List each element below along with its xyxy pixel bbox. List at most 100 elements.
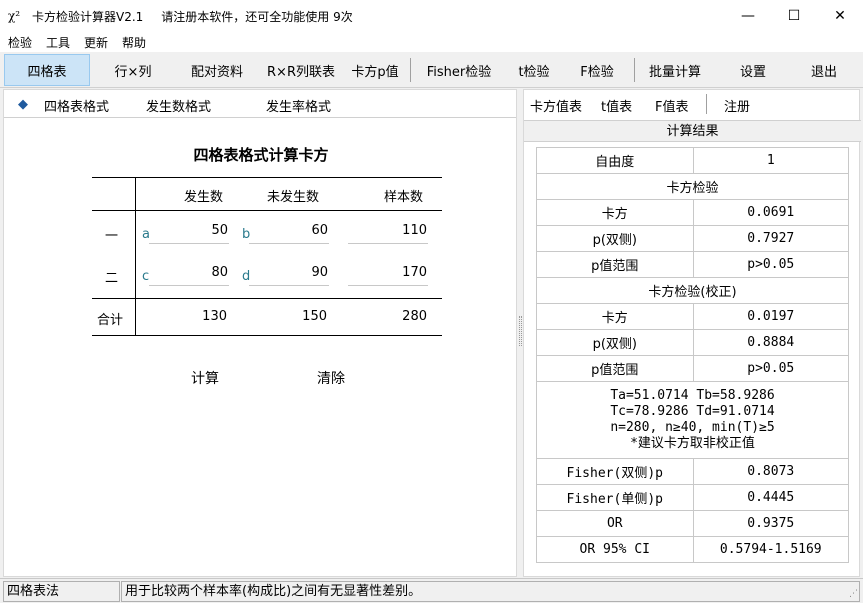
- table-row: p值范围 p>0.05: [536, 251, 850, 278]
- section-chi-square: 卡方检验: [536, 173, 849, 200]
- input-a[interactable]: 50: [148, 223, 228, 238]
- table-row: p(双侧) 0.7927: [536, 225, 850, 252]
- p-range-corrected-value: p>0.05: [692, 355, 850, 382]
- p-range-label: p值范围: [536, 251, 694, 278]
- table-row: OR 95% CI 0.5794-1.5169: [536, 536, 850, 563]
- table-rule: [92, 335, 442, 336]
- tab-chi-square-table[interactable]: 卡方值表: [530, 96, 582, 115]
- table-rule: [92, 210, 442, 211]
- table-row: 卡方检验: [536, 173, 849, 200]
- input-underline: [249, 285, 329, 286]
- input-d[interactable]: 90: [248, 265, 328, 280]
- clear-button[interactable]: 清除: [317, 368, 345, 388]
- table-row: OR 0.9375: [536, 510, 850, 537]
- note-line: *建议卡方取非校正值: [630, 436, 755, 451]
- chi-square-corrected-value: 0.0197: [692, 303, 850, 330]
- total-row-label: 合计: [97, 313, 124, 328]
- odds-ratio-value: 0.9375: [692, 510, 850, 537]
- chi-square-corrected-label: 卡方: [536, 303, 694, 330]
- total-row-2: 170: [402, 265, 427, 280]
- toolbar-t-test[interactable]: t检验: [506, 54, 562, 86]
- header-non-occurrence: 未发生数: [267, 190, 320, 205]
- df-value: 1: [692, 147, 850, 174]
- note-line: Ta=51.0714 Tb=58.9286: [610, 388, 775, 403]
- table-row: 自由度 1: [536, 147, 850, 174]
- table-rule: [92, 298, 442, 299]
- table-row: Fisher(单侧)p 0.4445: [536, 484, 850, 511]
- input-b[interactable]: 60: [248, 223, 328, 238]
- header-sample-size: 样本数: [384, 190, 424, 205]
- tab-occurrence-format[interactable]: 发生数格式: [146, 96, 211, 115]
- results-panel: 卡方值表 t值表 F值表 注册 计算结果 自由度 1 卡方检验 卡方 0.069…: [523, 89, 861, 577]
- p-range-corrected-label: p值范围: [536, 355, 694, 382]
- menu-help[interactable]: 帮助: [114, 34, 152, 51]
- status-method: 四格表法: [3, 581, 120, 602]
- total-sample-size: 280: [402, 309, 427, 324]
- diamond-icon: ◆: [18, 97, 28, 112]
- toolbar-chi-p-value[interactable]: 卡方p值: [344, 54, 406, 86]
- resize-grip-icon[interactable]: ⋰: [849, 589, 861, 601]
- p-range-value: p>0.05: [692, 251, 850, 278]
- table-row: p值范围 p>0.05: [536, 355, 850, 382]
- p-corrected-value: 0.8884: [692, 329, 850, 356]
- row-label-1: 一: [105, 229, 119, 244]
- total-row-1: 110: [402, 223, 427, 238]
- input-c[interactable]: 80: [148, 265, 228, 280]
- tab-fourfold-format[interactable]: 四格表格式: [44, 96, 109, 115]
- registration-message: 请注册本软件，还可全功能使用 9次: [161, 9, 353, 24]
- table-row: 卡方 0.0197: [536, 303, 850, 330]
- p-two-sided-value: 0.7927: [692, 225, 850, 252]
- toolbar: 四格表 行×列 配对资料 R×R列联表 卡方p值 Fisher检验 t检验 F检…: [0, 52, 863, 88]
- menu-bar: 检验 工具 更新 帮助: [0, 32, 863, 52]
- toolbar-f-test[interactable]: F检验: [564, 54, 630, 86]
- p-corrected-label: p(双侧): [536, 329, 694, 356]
- results-table: 自由度 1 卡方检验 卡方 0.0691 p(双侧) 0.7927 p值范围 p…: [536, 147, 850, 563]
- table-title: 四格表格式计算卡方: [193, 146, 329, 164]
- tab-t-table[interactable]: t值表: [601, 96, 632, 115]
- p-two-sided-label: p(双侧): [536, 225, 694, 252]
- fisher-one-sided-label: Fisher(单侧)p: [536, 484, 694, 511]
- toolbar-rxr-contingency[interactable]: R×R列联表: [260, 54, 342, 86]
- toolbar-row-by-column[interactable]: 行×列: [92, 54, 174, 86]
- table-row: Ta=51.0714 Tb=58.9286 Tc=78.9286 Td=91.0…: [536, 381, 849, 459]
- tab-register[interactable]: 注册: [724, 96, 750, 115]
- status-description: 用于比较两个样本率(构成比)之间有无显著性差别。: [121, 581, 860, 602]
- input-underline: [149, 285, 229, 286]
- toolbar-fisher-test[interactable]: Fisher检验: [414, 54, 504, 86]
- table-row: p(双侧) 0.8884: [536, 329, 850, 356]
- menu-test[interactable]: 检验: [0, 34, 38, 51]
- format-tabs: ◆ 四格表格式 发生数格式 发生率格式: [4, 90, 516, 118]
- table-row: Fisher(双侧)p 0.8073: [536, 458, 850, 485]
- chi-square-app-icon: χ²: [8, 9, 21, 23]
- minimize-button[interactable]: —: [725, 0, 771, 32]
- calculate-button[interactable]: 计算: [191, 368, 219, 388]
- expected-frequencies-note: Ta=51.0714 Tb=58.9286 Tc=78.9286 Td=91.0…: [536, 381, 849, 459]
- table-tabs: 卡方值表 t值表 F值表 注册: [524, 90, 859, 118]
- menu-tools[interactable]: 工具: [38, 34, 76, 51]
- splitter-grip-icon: [519, 316, 522, 346]
- toolbar-batch-calc[interactable]: 批量计算: [638, 54, 712, 86]
- odds-ratio-label: OR: [536, 510, 694, 537]
- fisher-two-sided-value: 0.8073: [692, 458, 850, 485]
- menu-update[interactable]: 更新: [76, 34, 114, 51]
- window-title: 卡方检验计算器V2.1: [32, 9, 144, 24]
- tab-f-table[interactable]: F值表: [655, 96, 688, 115]
- fisher-one-sided-value: 0.4445: [692, 484, 850, 511]
- df-label: 自由度: [536, 147, 694, 174]
- odds-ratio-ci-label: OR 95% CI: [536, 536, 694, 563]
- note-line: n=280, n≥40, min(T)≥5: [610, 420, 775, 435]
- toolbar-separator: [634, 58, 635, 82]
- close-button[interactable]: ✕: [817, 0, 863, 32]
- toolbar-paired-data[interactable]: 配对资料: [176, 54, 258, 86]
- total-non-occurrence: 150: [302, 309, 327, 324]
- table-rule: [92, 177, 442, 178]
- tab-rate-format[interactable]: 发生率格式: [266, 96, 331, 115]
- toolbar-fourfold-table[interactable]: 四格表: [4, 54, 90, 86]
- maximize-button[interactable]: ☐: [771, 0, 817, 32]
- toolbar-exit[interactable]: 退出: [792, 54, 856, 86]
- toolbar-settings[interactable]: 设置: [716, 54, 790, 86]
- input-underline: [348, 285, 428, 286]
- result-title: 计算结果: [524, 120, 861, 142]
- fisher-two-sided-label: Fisher(双侧)p: [536, 458, 694, 485]
- input-underline: [249, 243, 329, 244]
